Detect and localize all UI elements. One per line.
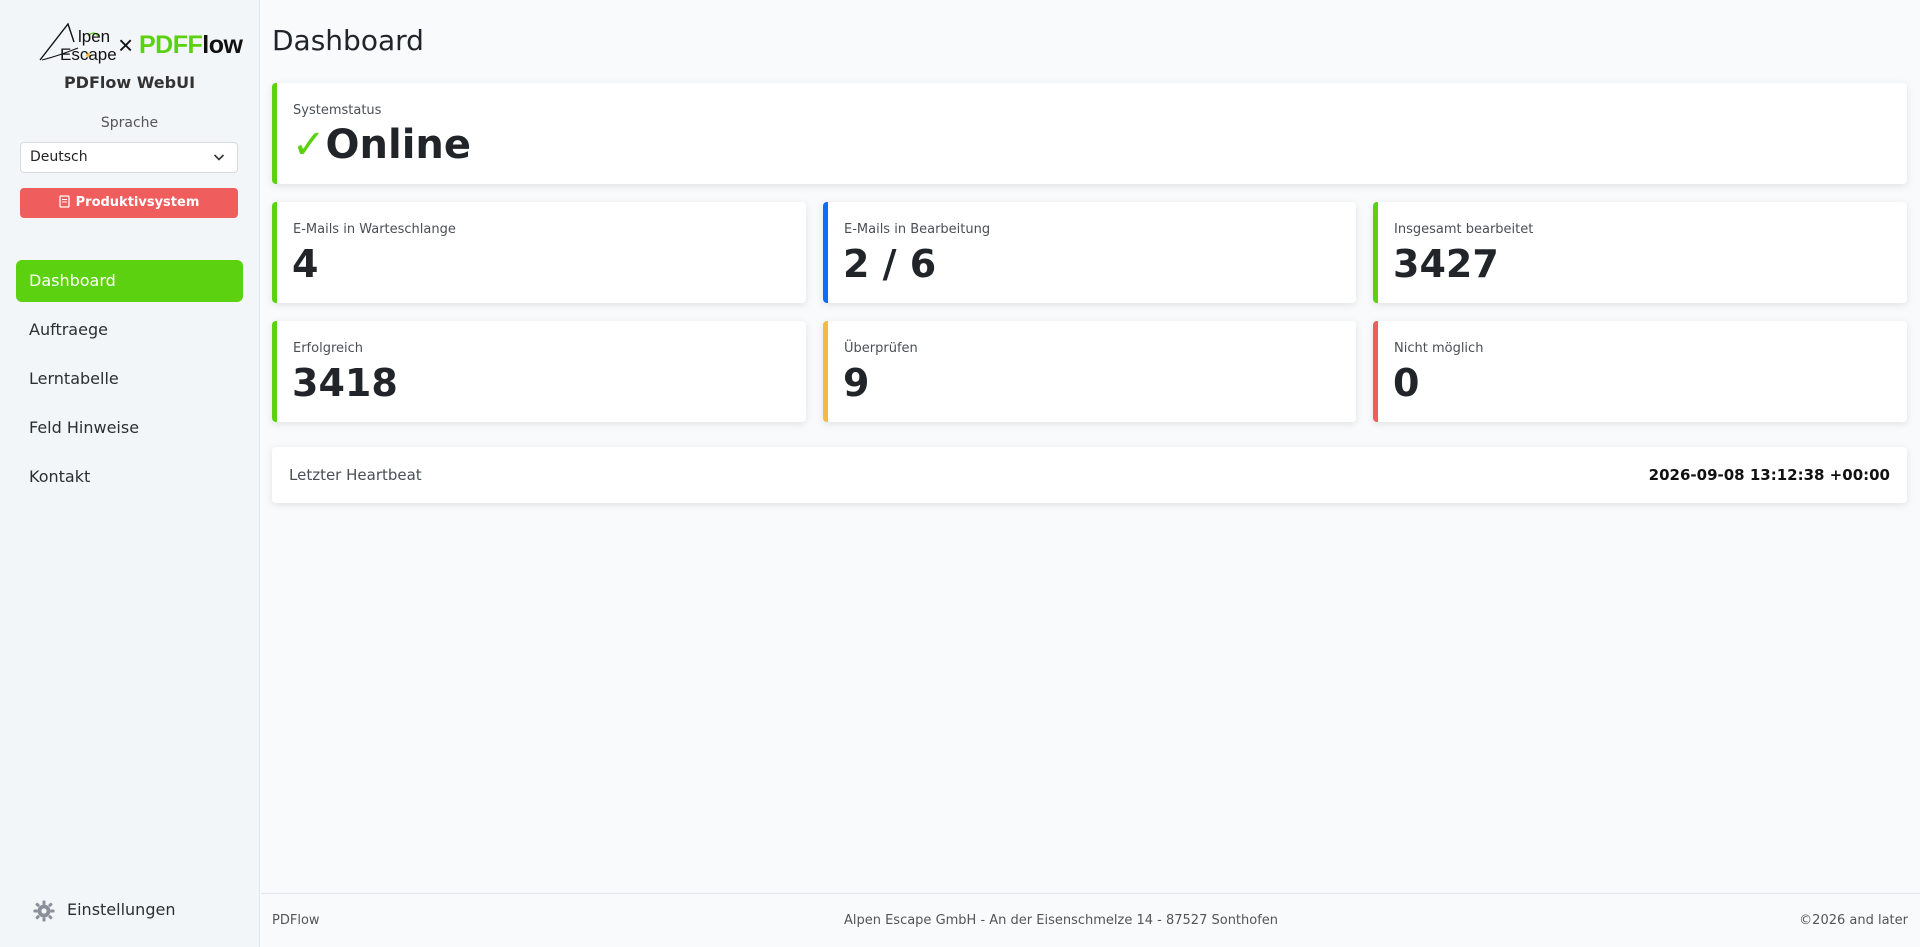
chevron-down-icon xyxy=(213,154,225,161)
check-icon: ✓ xyxy=(292,122,326,168)
status-accent-bar xyxy=(272,83,277,184)
stat-card-review: Überprüfen 9 xyxy=(823,321,1356,422)
page-title: Dashboard xyxy=(272,24,424,57)
stat-value: 3418 xyxy=(292,361,398,405)
stat-label: Erfolgreich xyxy=(293,341,364,356)
stat-accent-bar xyxy=(272,321,277,422)
stat-value: 2 / 6 xyxy=(843,242,937,286)
language-select-value: Deutsch xyxy=(30,149,88,165)
sidebar-item-kontakt[interactable]: Kontakt xyxy=(16,456,243,498)
stat-value: 0 xyxy=(1393,361,1420,405)
stat-label: E-Mails in Warteschlange xyxy=(293,222,456,237)
logo-text-lpen: lpen xyxy=(78,27,111,46)
stat-card-processing: E-Mails in Bearbeitung 2 / 6 xyxy=(823,202,1356,303)
logo-text-escape: Escape xyxy=(60,45,117,64)
logo-f-green: F xyxy=(187,31,203,59)
stat-accent-bar xyxy=(272,202,277,303)
footer-copyright: ©2026 and later xyxy=(1799,913,1908,928)
sidebar: lpen Escape × PDFFlow PDFlow WebUI Sprac… xyxy=(0,0,260,947)
stat-card-success: Erfolgreich 3418 xyxy=(272,321,806,422)
stat-accent-bar xyxy=(1373,202,1378,303)
heartbeat-timestamp: 2026-09-08 13:12:38 +00:00 xyxy=(1648,466,1890,484)
alpen-escape-logo: lpen Escape xyxy=(38,22,117,66)
language-select[interactable]: Deutsch xyxy=(20,142,238,173)
system-status-card: Systemstatus ✓Online xyxy=(272,83,1907,184)
heartbeat-card: Letzter Heartbeat 2026-09-08 13:12:38 +0… xyxy=(272,447,1907,503)
sidebar-nav: Dashboard Auftraege Lerntabelle Feld Hin… xyxy=(16,260,243,505)
logo-pdf-text: PDF xyxy=(139,31,188,59)
stat-card-total: Insgesamt bearbeitet 3427 xyxy=(1373,202,1907,303)
stat-card-queue: E-Mails in Warteschlange 4 xyxy=(272,202,806,303)
stat-accent-bar xyxy=(823,202,828,303)
stat-label: Insgesamt bearbeitet xyxy=(1394,222,1534,237)
gear-icon xyxy=(33,900,55,922)
stat-value: 3427 xyxy=(1393,242,1499,286)
language-label: Sprache xyxy=(100,115,159,131)
status-text: Online xyxy=(325,122,472,168)
stat-accent-bar xyxy=(823,321,828,422)
stat-value: 9 xyxy=(843,361,870,405)
stat-accent-bar xyxy=(1373,321,1378,422)
sidebar-item-auftraege[interactable]: Auftraege xyxy=(16,309,243,351)
sidebar-item-lerntabelle[interactable]: Lerntabelle xyxy=(16,358,243,400)
status-label: Systemstatus xyxy=(293,103,382,118)
settings-label: Einstellungen xyxy=(67,900,176,919)
stat-card-failed: Nicht möglich 0 xyxy=(1373,321,1907,422)
footer-address: Alpen Escape GmbH - An der Eisenschmelze… xyxy=(843,913,1279,928)
logo-pdflow: PDFFlow xyxy=(139,31,243,59)
stat-label: Nicht möglich xyxy=(1394,341,1484,356)
sidebar-item-feld-hinweise[interactable]: Feld Hinweise xyxy=(16,407,243,449)
sidebar-item-dashboard[interactable]: Dashboard xyxy=(16,260,243,302)
footer: PDFlow Alpen Escape GmbH - An der Eisens… xyxy=(261,893,1920,947)
environment-button-label: Produktivsystem xyxy=(75,195,200,210)
stat-value: 4 xyxy=(292,242,319,286)
environment-button[interactable]: Produktivsystem xyxy=(20,188,238,218)
logo-low-text: low xyxy=(202,31,243,59)
stat-label: Überprüfen xyxy=(844,341,918,356)
logo-times: × xyxy=(118,30,134,60)
app-title: PDFlow WebUI xyxy=(63,73,196,92)
heartbeat-label: Letzter Heartbeat xyxy=(289,466,422,484)
brand-logo: lpen Escape × PDFFlow xyxy=(38,22,243,66)
stat-label: E-Mails in Bearbeitung xyxy=(844,222,991,237)
document-icon xyxy=(58,195,70,208)
status-value: ✓Online xyxy=(292,121,471,169)
